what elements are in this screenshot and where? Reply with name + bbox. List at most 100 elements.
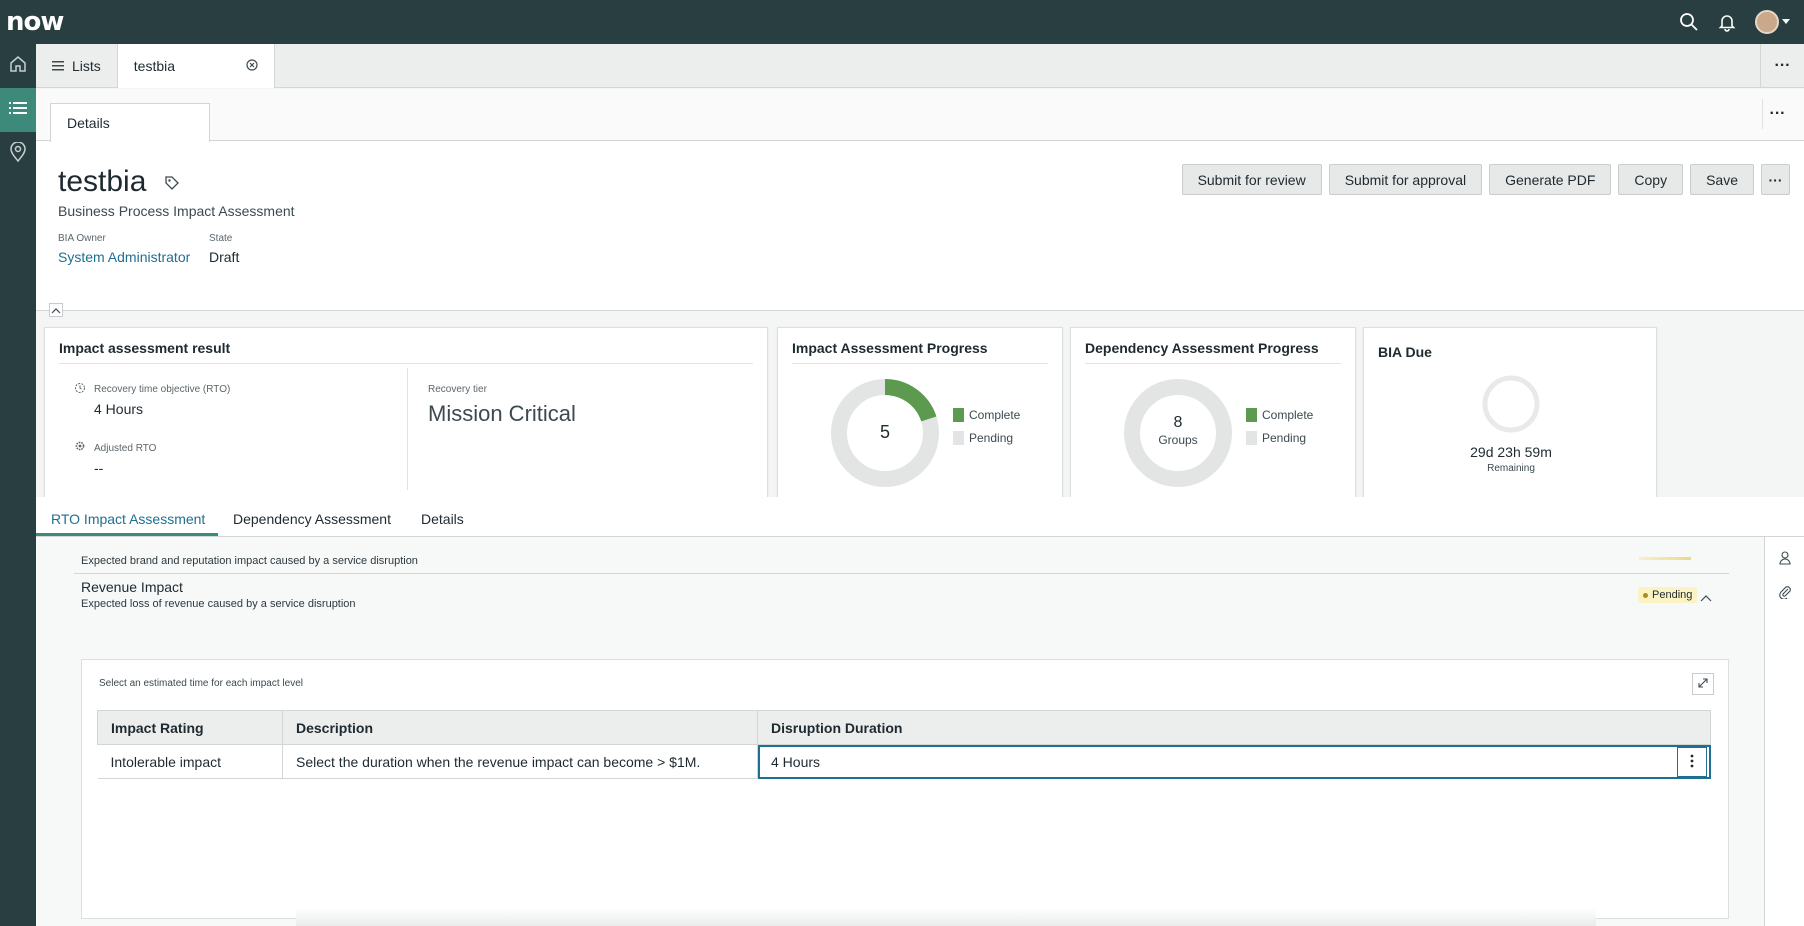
- legend-swatch: [1246, 431, 1257, 445]
- record-actions: Submit for review Submit for approval Ge…: [1181, 164, 1790, 195]
- ring-track: [1482, 375, 1540, 433]
- state-label: State: [209, 233, 233, 244]
- record-content: Details ··· testbia Business Process Imp…: [36, 89, 1804, 926]
- donut-center-value: 5: [879, 422, 890, 442]
- instruction-text: Select an estimated time for each impact…: [99, 678, 303, 689]
- legend-swatch: [953, 431, 964, 445]
- donut-center-value: 8: [1173, 414, 1183, 431]
- tag-icon[interactable]: [164, 165, 180, 199]
- workspace-tabs: Lists testbia ···: [36, 44, 1804, 88]
- home-icon: [8, 54, 28, 79]
- collapse-button[interactable]: [49, 303, 63, 317]
- owner-link[interactable]: System Administrator: [58, 249, 190, 265]
- nav-lists[interactable]: [0, 88, 36, 132]
- bottom-shadow: [296, 908, 1596, 926]
- close-icon[interactable]: [246, 58, 258, 74]
- more-tabs-button[interactable]: ···: [1760, 44, 1804, 87]
- vertical-dots-icon: [1690, 754, 1694, 771]
- tab-testbia-label: testbia: [133, 58, 176, 74]
- legend-pending: Pending: [953, 431, 1020, 445]
- status-dot: [1643, 592, 1648, 598]
- active-tab-indicator: [36, 533, 218, 536]
- nav-home[interactable]: [0, 44, 36, 88]
- generate-pdf-button[interactable]: Generate PDF: [1489, 164, 1612, 195]
- list-icon: [9, 100, 27, 121]
- header-actions: [1679, 10, 1790, 34]
- tab-spacer: [275, 44, 1760, 87]
- donut-center-sub: Groups: [1158, 433, 1198, 447]
- more-icon: ···: [1774, 56, 1791, 74]
- owner-label: BIA Owner: [58, 233, 106, 244]
- adjusted-rto-label: Adjusted RTO: [94, 443, 157, 454]
- tab-rto-impact[interactable]: RTO Impact Assessment: [51, 511, 205, 527]
- gear-icon: [74, 439, 86, 457]
- cell-disruption-duration[interactable]: 4 Hours: [757, 744, 1711, 779]
- divider: [59, 363, 753, 364]
- section-title[interactable]: Revenue Impact: [81, 579, 183, 595]
- more-icon: ···: [1768, 171, 1783, 188]
- table-row: Intolerable impact Select the duration w…: [97, 744, 1711, 779]
- timer-icon: [74, 381, 86, 399]
- legend-label: Pending: [1262, 431, 1307, 445]
- impact-levels-table: Impact Rating Description Disruption Dur…: [97, 710, 1711, 779]
- adjusted-rto-value: --: [94, 460, 104, 476]
- legend-complete: Complete: [953, 408, 1020, 422]
- cell-menu-button[interactable]: [1677, 747, 1707, 777]
- card-title: Impact assessment result: [59, 340, 231, 356]
- divider: [407, 368, 408, 490]
- impact-levels-panel: Select an estimated time for each impact…: [81, 659, 1729, 919]
- user-icon[interactable]: [1779, 551, 1791, 570]
- tab-dependency-assessment[interactable]: Dependency Assessment: [233, 511, 391, 527]
- status-badge: Pending: [1638, 587, 1698, 603]
- card-title: Impact Assessment Progress: [792, 340, 988, 356]
- expand-button[interactable]: [1692, 673, 1714, 695]
- tab-related-details[interactable]: Details: [421, 511, 464, 527]
- record-subtabs: Details ···: [36, 89, 1804, 142]
- record-header: testbia: [58, 165, 180, 199]
- due-ring: [1482, 375, 1540, 433]
- tab-lists-label: Lists: [72, 58, 101, 74]
- subtab-more-button[interactable]: ···: [1762, 99, 1792, 129]
- tab-details[interactable]: Details: [50, 103, 210, 142]
- previous-status-bar: [1639, 557, 1691, 560]
- tab-testbia[interactable]: testbia: [117, 44, 275, 88]
- paperclip-icon[interactable]: [1778, 585, 1792, 604]
- search-icon[interactable]: [1679, 12, 1699, 32]
- bell-icon[interactable]: [1717, 12, 1737, 32]
- chevron-up-icon: [51, 301, 61, 319]
- legend-label: Complete: [969, 408, 1021, 422]
- more-actions-button[interactable]: ···: [1761, 164, 1790, 195]
- bia-due-card: BIA Due 29d 23h 59m Remaining: [1363, 327, 1657, 498]
- column-header: Description: [282, 710, 758, 745]
- divider: [36, 310, 1804, 311]
- cell-description: Select the duration when the revenue imp…: [282, 744, 758, 779]
- save-button[interactable]: Save: [1690, 164, 1754, 195]
- nav-location[interactable]: [0, 132, 36, 176]
- record-subtitle: Business Process Impact Assessment: [58, 203, 295, 219]
- divider: [74, 573, 1729, 574]
- left-nav: [0, 44, 36, 926]
- column-header: Impact Rating: [97, 710, 283, 745]
- section-desc: Expected loss of revenue caused by a ser…: [81, 598, 356, 610]
- table-header-row: Impact Rating Description Disruption Dur…: [97, 710, 1711, 745]
- chevron-down-icon: [1782, 19, 1790, 25]
- copy-button[interactable]: Copy: [1618, 164, 1684, 195]
- submit-review-button[interactable]: Submit for review: [1181, 164, 1322, 195]
- card-title: BIA Due: [1378, 344, 1432, 360]
- expand-icon: [1698, 675, 1708, 693]
- legend: Complete Pending: [953, 408, 1020, 445]
- page-title: testbia: [58, 165, 147, 198]
- legend-swatch: [1246, 408, 1257, 422]
- user-menu[interactable]: [1755, 10, 1790, 34]
- chevron-up-icon[interactable]: [1700, 589, 1712, 607]
- rto-value: 4 Hours: [94, 401, 144, 417]
- divider: [792, 363, 1048, 364]
- tab-lists[interactable]: Lists: [36, 44, 118, 88]
- related-tabs: RTO Impact Assessment Dependency Assessm…: [36, 497, 1804, 537]
- servicenow-logo[interactable]: now: [6, 7, 64, 37]
- cell-impact-rating: Intolerable impact: [97, 744, 283, 779]
- avatar: [1755, 10, 1779, 34]
- dependency-progress-card: Dependency Assessment Progress 8 Groups …: [1070, 327, 1356, 498]
- previous-section-desc: Expected brand and reputation impact cau…: [81, 555, 418, 567]
- submit-approval-button[interactable]: Submit for approval: [1328, 164, 1483, 195]
